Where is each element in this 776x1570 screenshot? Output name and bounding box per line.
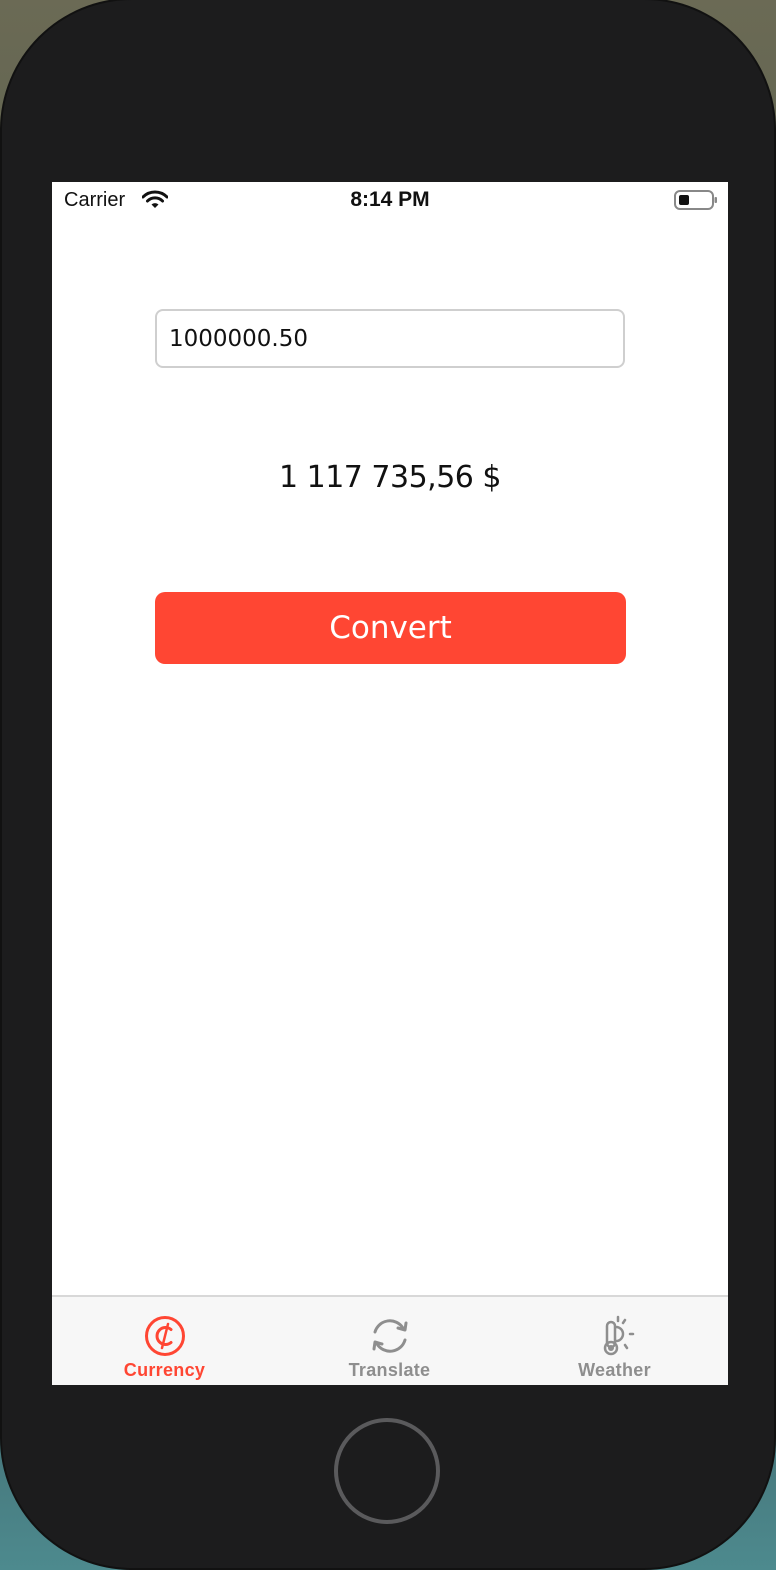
tab-currency-label: Currency (123, 1360, 206, 1380)
tab-translate[interactable]: Translate (277, 1297, 502, 1385)
currency-icon (145, 1316, 185, 1356)
convert-button[interactable]: Convert (155, 592, 626, 664)
phone-frame: Carrier 8:14 PM 1 117 735,56 $ Convert (2, 0, 774, 1568)
translate-icon (372, 1319, 408, 1353)
app-screen: Carrier 8:14 PM 1 117 735,56 $ Convert (52, 182, 728, 1385)
battery-icon (674, 190, 717, 210)
tab-translate-label: Translate (348, 1360, 431, 1380)
status-time: 8:14 PM (350, 188, 430, 211)
amount-input[interactable] (155, 309, 625, 368)
status-bar: Carrier 8:14 PM (52, 182, 728, 220)
tab-weather-label: Weather (578, 1360, 651, 1380)
tab-weather[interactable]: Weather (502, 1297, 727, 1385)
converted-result: 1 117 735,56 $ (278, 460, 502, 495)
tab-currency[interactable]: Currency (52, 1297, 277, 1385)
tab-bar: Currency Translate Weather (52, 1295, 728, 1385)
weather-icon (603, 1315, 635, 1356)
home-button[interactable] (334, 1418, 440, 1524)
